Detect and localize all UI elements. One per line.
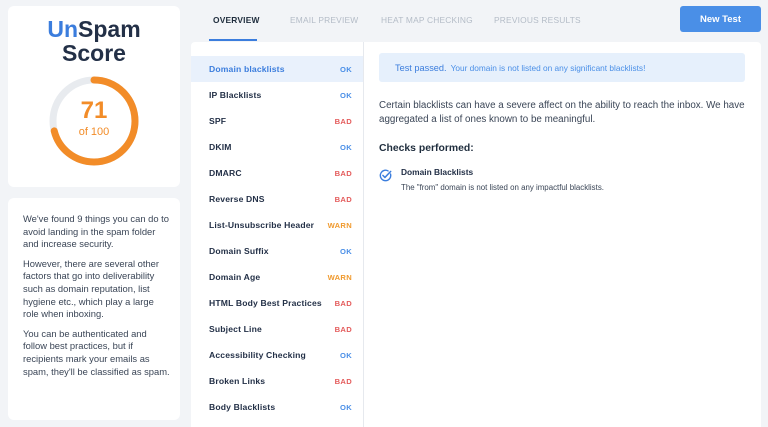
check-status: WARN [327, 272, 352, 282]
tab-heat-map-checking[interactable]: HEAT MAP CHECKING [381, 15, 473, 25]
check-status: OK [340, 402, 352, 412]
check-status: BAD [334, 168, 352, 178]
check-item-domain-blacklists[interactable]: Domain blacklists OK [191, 56, 363, 82]
tab-overview[interactable]: OVERVIEW [213, 15, 260, 25]
check-item-dkim[interactable]: DKIM OK [191, 134, 363, 160]
check-status: BAD [334, 324, 352, 334]
info-paragraph: However, there are several other factors… [23, 257, 160, 320]
check-name: DKIM [209, 142, 232, 152]
check-item-ip-blacklists[interactable]: IP Blacklists OK [191, 82, 363, 108]
check-name: Broken Links [209, 376, 266, 386]
check-detail: Test passed. Your domain is not listed o… [379, 53, 745, 192]
tab-previous-results[interactable]: PREVIOUS RESULTS [494, 15, 581, 25]
results-panel: Domain blacklists OK IP Blacklists OK SPF B… [191, 42, 761, 427]
check-name: HTML Body Best Practices [209, 298, 322, 308]
check-item-dmarc[interactable]: DMARC BAD [191, 160, 363, 186]
check-item-subject-line[interactable]: Subject Line BAD [191, 316, 363, 342]
brand-score-word: Score [62, 40, 126, 66]
info-card: We've found 9 things you can do to avoid… [8, 198, 180, 420]
score-gauge: 71 of 100 [48, 75, 140, 167]
check-list: Domain blacklists OK IP Blacklists OK SPF B… [191, 56, 363, 420]
check-status: BAD [334, 116, 352, 126]
check-item-domain-suffix[interactable]: Domain Suffix OK [191, 238, 363, 264]
brand-part-spam: Spam [78, 16, 141, 42]
check-item-html-body-best-practices[interactable]: HTML Body Best Practices BAD [191, 290, 363, 316]
checks-performed-heading: Checks performed: [379, 143, 474, 154]
check-name: Accessibility Checking [209, 350, 306, 360]
check-status: OK [340, 90, 352, 100]
score-card: UnSpam Score 71 of 100 [8, 6, 180, 187]
check-name: Reverse DNS [209, 194, 265, 204]
check-item-accessibility-checking[interactable]: Accessibility Checking OK [191, 342, 363, 368]
check-item-list-unsubscribe-header[interactable]: List-Unsubscribe Header WARN [191, 212, 363, 238]
check-status: OK [340, 64, 352, 74]
info-paragraph: We've found 9 things you can do to avoid… [23, 213, 169, 250]
check-status: BAD [334, 298, 352, 308]
check-item-broken-links[interactable]: Broken Links BAD [191, 368, 363, 394]
info-paragraph: You can be authenticated and follow best… [23, 327, 170, 377]
result-alert: Test passed. Your domain is not listed o… [379, 53, 745, 82]
check-item-spf[interactable]: SPF BAD [191, 108, 363, 134]
new-test-button[interactable]: New Test [680, 6, 761, 32]
performed-check-desc: The "from" domain is not listed on any i… [401, 183, 604, 192]
check-name: Domain Suffix [209, 246, 269, 256]
check-name: List-Unsubscribe Header [209, 220, 315, 230]
check-status: WARN [327, 220, 352, 230]
brand-logo: UnSpam [8, 17, 180, 41]
check-item-reverse-dns[interactable]: Reverse DNS BAD [191, 186, 363, 212]
active-tab-indicator [209, 39, 257, 41]
alert-title: Test passed. [395, 62, 447, 73]
panel-divider [363, 42, 364, 427]
check-status: OK [340, 350, 352, 360]
brand-part-un: Un [47, 16, 79, 42]
check-status: OK [340, 142, 352, 152]
check-badge-icon [379, 169, 392, 187]
check-name: DMARC [209, 168, 242, 178]
check-name: IP Blacklists [209, 90, 262, 100]
check-name: Domain blacklists [209, 64, 285, 74]
check-name: Subject Line [209, 324, 262, 334]
performed-check-title: Domain Blacklists [401, 167, 474, 177]
check-item-body-blacklists[interactable]: Body Blacklists OK [191, 394, 363, 420]
check-status: OK [340, 246, 352, 256]
alert-message: Your domain is not listed on any signifi… [450, 62, 646, 73]
check-name: SPF [209, 116, 227, 126]
check-status: BAD [334, 376, 352, 386]
check-description: Certain blacklists can have a severe aff… [379, 100, 745, 125]
check-status: BAD [334, 194, 352, 204]
score-value: 71 [80, 97, 108, 124]
score-max: of 100 [78, 126, 110, 138]
check-name: Domain Age [209, 272, 261, 282]
check-item-domain-age[interactable]: Domain Age WARN [191, 264, 363, 290]
performed-check-item: Domain Blacklists The "from" domain is n… [379, 167, 745, 192]
check-name: Body Blacklists [209, 402, 276, 412]
tab-email-preview[interactable]: EMAIL PREVIEW [290, 15, 358, 25]
